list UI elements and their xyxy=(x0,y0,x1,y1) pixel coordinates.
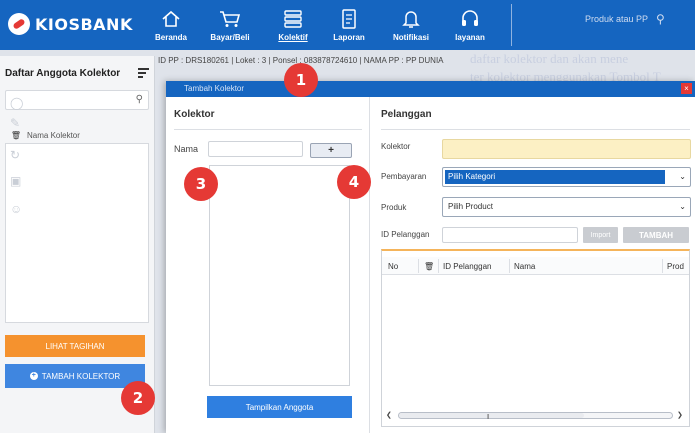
kolektor-member-list[interactable] xyxy=(209,165,350,386)
column-no: No xyxy=(388,262,399,271)
pelanggan-section-title: Pelanggan xyxy=(381,109,432,120)
user-add-icon: ☺ xyxy=(10,202,23,216)
sidebar-list-header: 🗑 Nama Kolektor xyxy=(5,128,149,142)
column-nama: Nama xyxy=(514,262,536,271)
modal-title: Tambah Kolektor xyxy=(184,84,245,93)
kolektor-sidebar: Daftar Anggota Kolektor ⚲ ◯ ✎ 🗑 Nama Kol… xyxy=(0,56,155,433)
top-navbar: KIOSBANK Beranda Bayar/Beli Kolektif Lap… xyxy=(0,0,695,50)
app-root: daftar kolektor dan akan mene ter kolekt… xyxy=(0,0,695,433)
chevron-right-icon[interactable]: ❯ xyxy=(677,411,683,419)
pelanggan-section: Pelanggan Kolektor Pembayaran Pilih Kate… xyxy=(371,97,695,433)
section-divider xyxy=(174,129,362,130)
refresh-icon: ↻ xyxy=(10,148,21,162)
callout-badge-1: 1 xyxy=(284,63,318,97)
chevron-down-icon: ⌄ xyxy=(679,172,686,181)
close-icon[interactable]: × xyxy=(681,83,692,94)
id-pelanggan-label: ID Pelanggan xyxy=(381,230,430,239)
pelanggan-table: No 🗑 ID Pelanggan Nama Prod ❮ |||| ❯ xyxy=(381,249,690,427)
chevron-left-icon[interactable]: ❮ xyxy=(386,411,392,419)
contact-icon: ▣ xyxy=(10,174,22,188)
nama-label: Nama xyxy=(174,144,199,154)
column-produk: Prod xyxy=(667,262,684,271)
table-header: No 🗑 ID Pelanggan Nama Prod xyxy=(382,257,689,275)
scrollbar-thumb[interactable]: |||| xyxy=(399,413,584,420)
list-icon xyxy=(283,8,303,30)
nav-item-kolektif[interactable]: Kolektif xyxy=(268,0,318,50)
column-id-pelanggan: ID Pelanggan xyxy=(443,262,492,271)
callout-badge-4: 4 xyxy=(337,165,371,199)
brand-name: KIOSBANK xyxy=(35,14,133,34)
modal-header: Tambah Kolektor × xyxy=(166,81,695,97)
nav-item-bayar-beli[interactable]: Bayar/Beli xyxy=(192,0,268,50)
menu-icon[interactable] xyxy=(138,68,149,80)
cart-icon xyxy=(219,8,241,30)
nav-item-beranda[interactable]: Beranda xyxy=(150,0,192,50)
horizontal-scrollbar[interactable]: ❮ |||| ❯ xyxy=(386,409,685,421)
callout-badge-2: 2 xyxy=(121,381,155,415)
main-nav: Beranda Bayar/Beli Kolektif Laporan Noti… xyxy=(150,0,498,50)
nav-item-layanan[interactable]: layanan xyxy=(442,0,498,50)
pembayaran-label: Pembayaran xyxy=(381,172,427,181)
sidebar-title: Daftar Anggota Kolektor xyxy=(5,68,121,79)
search-icon[interactable]: ⚲ xyxy=(656,12,665,26)
id-pelanggan-input[interactable] xyxy=(442,227,578,243)
kolektor-field[interactable] xyxy=(442,139,691,159)
kolektor-label: Kolektor xyxy=(381,142,411,151)
nav-search[interactable]: Produk atau PP ⚲ xyxy=(585,12,665,26)
callout-badge-3: 3 xyxy=(184,167,218,201)
trash-icon[interactable]: 🗑 xyxy=(5,131,27,140)
produk-label: Produk xyxy=(381,203,407,212)
tambah-kolektor-modal: Tambah Kolektor × Kolektor Nama + Tampil… xyxy=(166,81,695,433)
home-icon xyxy=(161,8,181,30)
trash-icon[interactable]: 🗑 xyxy=(424,262,434,271)
nav-item-notifikasi[interactable]: Notifikasi xyxy=(380,0,442,50)
kolektor-section-title: Kolektor xyxy=(174,109,215,120)
scrollbar-track[interactable]: |||| xyxy=(398,412,673,420)
chevron-down-icon: ⌄ xyxy=(679,202,686,211)
kolektor-list[interactable] xyxy=(5,143,149,323)
section-divider xyxy=(381,129,690,130)
sidebar-search-input[interactable]: ⚲ xyxy=(5,90,149,110)
tambah-pelanggan-button[interactable]: TAMBAH xyxy=(623,227,689,243)
produk-select[interactable]: Pilih Product ⌄ xyxy=(442,197,691,217)
plus-circle-icon: + xyxy=(29,372,38,380)
nama-input[interactable] xyxy=(208,141,303,157)
brand-mark-icon xyxy=(8,13,30,35)
nav-item-laporan[interactable]: Laporan xyxy=(318,0,380,50)
brand-logo[interactable]: KIOSBANK xyxy=(8,10,136,38)
tambah-kolektor-button[interactable]: + TAMBAH KOLEKTOR xyxy=(5,364,145,388)
lihat-tagihan-button[interactable]: LIHAT TAGIHAN xyxy=(5,335,145,357)
search-icon: ⚲ xyxy=(135,94,143,105)
nav-divider xyxy=(511,4,512,46)
document-icon xyxy=(341,8,357,30)
bell-icon xyxy=(402,8,420,30)
user-icon: ◯ xyxy=(10,96,24,110)
headset-icon xyxy=(460,8,480,30)
import-button[interactable]: Import xyxy=(583,227,618,243)
add-kolektor-button[interactable]: + xyxy=(310,143,352,158)
kolektor-section: Kolektor Nama + Tampilkan Anggota xyxy=(166,97,370,433)
tampilkan-anggota-button[interactable]: Tampilkan Anggota xyxy=(207,396,352,418)
nav-search-hint: Produk atau PP xyxy=(585,14,649,24)
pembayaran-select[interactable]: Pilih Kategori ⌄ xyxy=(442,167,691,187)
